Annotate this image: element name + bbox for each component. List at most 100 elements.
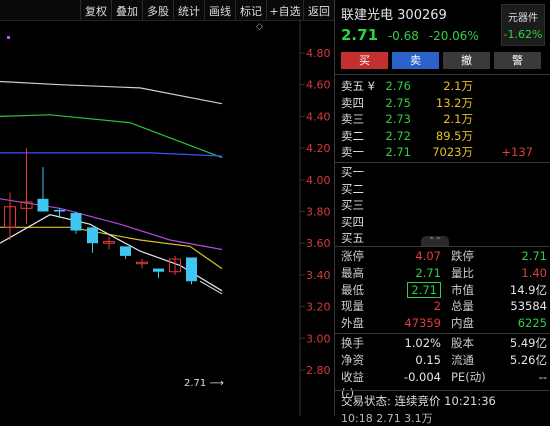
candle-body	[87, 227, 98, 244]
candle-body	[120, 246, 131, 256]
stat-key: 总量	[451, 299, 474, 314]
ma-line-ma120	[0, 114, 223, 159]
price-axis-label: 2.80	[306, 364, 331, 377]
ask-volume: 2.1万	[443, 79, 473, 93]
bid-row[interactable]: 买四	[341, 214, 541, 231]
alert-button[interactable]: 警	[494, 52, 541, 69]
candle-body	[186, 257, 197, 282]
candle-body	[37, 198, 49, 212]
price-axis-label: 4.00	[306, 174, 331, 187]
sector-name: 元器件	[508, 13, 538, 24]
toolbar-overlay-button[interactable]: 叠加	[111, 0, 142, 20]
stats-row: 净资 0.15 流通 5.26亿	[341, 352, 547, 369]
toolbar-multistock-button[interactable]: 多股	[142, 0, 173, 20]
cancel-order-button[interactable]: 撤	[443, 52, 490, 69]
toolbar-mark-button[interactable]: 标记	[235, 0, 266, 20]
ask-row[interactable]: 卖五 ¥ 2.76 2.1万	[341, 78, 541, 95]
stat-value: 1.40	[521, 265, 547, 280]
stat-value: 6225	[517, 316, 547, 331]
chart-toolbar: 复权 叠加 多股 统计 画线 标记 +自选 返回	[0, 0, 334, 21]
ask-price: 2.72	[385, 128, 411, 143]
ask-delta: +137	[501, 145, 533, 159]
stat-key: 收益(-)	[341, 369, 364, 401]
toolbar-adjust-button[interactable]: 复权	[80, 0, 111, 20]
stat-key: 市值	[451, 282, 474, 297]
sell-button[interactable]: 卖	[392, 52, 439, 69]
bid-book: 买一 买二 买三 买四 买五	[341, 164, 541, 247]
stats-row: 收益(-) -0.004 PE(动) --	[341, 369, 547, 401]
ask-row[interactable]: 卖一 2.71 7023万 +137	[341, 144, 541, 161]
price-axis-label: 4.40	[306, 110, 331, 123]
buy-button[interactable]: 买	[341, 52, 388, 69]
ask-label: 卖三	[341, 112, 364, 126]
ask-volume: 13.2万	[435, 95, 473, 110]
stat-key: 流通	[451, 352, 474, 367]
stats-row: 现量 2 总量 53584	[341, 298, 547, 315]
tick-row-partial: 10:18 2.71 3.1万	[341, 412, 433, 425]
bid-label: 买一	[341, 165, 364, 179]
ask-delta	[473, 111, 533, 128]
stat-key: 现量	[341, 299, 364, 314]
stat-value: 0.15	[415, 352, 441, 367]
divider	[335, 74, 550, 75]
stat-key: 涨停	[341, 249, 364, 263]
stat-key: 跌停	[451, 249, 474, 263]
price-axis-label: 3.80	[306, 206, 331, 219]
candlestick-chart[interactable]: 4.80 4.60 4.40 4.20 4.00 3.80 3.60 3.40 3.20 3.00…	[0, 20, 334, 416]
ask-volume: 89.5万	[435, 128, 473, 143]
toolbar-back-button[interactable]: 返回	[303, 0, 334, 20]
ask-price: 2.75	[385, 95, 411, 110]
sector-tile[interactable]: 元器件 -1.62%	[501, 4, 545, 46]
stock-name: 联建光电	[341, 8, 394, 23]
ask-label: 卖四	[341, 95, 364, 110]
divider	[335, 390, 550, 391]
divider	[335, 162, 550, 163]
stat-value: 14.9亿	[509, 282, 547, 297]
ask-row[interactable]: 卖四 2.75 13.2万	[341, 95, 541, 112]
price-axis-label: 4.20	[306, 142, 331, 155]
toolbar-add-watchlist-button[interactable]: +自选	[266, 0, 303, 20]
ask-label: 卖一	[341, 145, 364, 159]
ma-line-ma250	[0, 80, 223, 105]
divider	[335, 246, 550, 247]
stock-code: 300269	[397, 8, 447, 23]
bid-label: 买四	[341, 214, 364, 229]
stat-key: 量比	[451, 265, 474, 280]
stat-value: -0.004	[403, 369, 441, 384]
bid-row[interactable]: 买三	[341, 197, 541, 214]
bid-label: 买三	[341, 198, 364, 212]
price-change: -0.68	[387, 29, 419, 43]
ma5-tail	[199, 280, 223, 295]
ask-row[interactable]: 卖二 2.72 89.5万	[341, 128, 541, 145]
trading-status: 交易状态: 连续竞价 10:21:36	[341, 394, 496, 408]
candle-body	[153, 268, 164, 272]
ask-row[interactable]: 卖三 2.73 2.1万	[341, 111, 541, 128]
stats-row: 涨停 4.07 跌停 2.71	[341, 248, 547, 265]
stat-key: 净资	[341, 352, 364, 367]
ask-volume: 7023万	[432, 145, 473, 159]
stats-grid: 涨停 4.07 跌停 2.71 最高 2.71 量比 1.40 最低 2.71 市值 14.9亿 …	[335, 248, 550, 401]
ask-price: 2.73	[385, 112, 411, 126]
stats-row: 换手 1.02% 股本 5.49亿	[341, 335, 547, 352]
toolbar-stats-button[interactable]: 统计	[173, 0, 204, 20]
ma-line-ma60	[0, 152, 223, 157]
stat-value: 1.02%	[404, 335, 441, 350]
stat-key: 最高	[341, 265, 364, 280]
ask-price: 2.71	[385, 145, 411, 159]
ask-volume: 2.1万	[443, 112, 473, 126]
collapse-up-icon[interactable]: ⌃⌃	[421, 236, 449, 246]
stats-row: 外盘 47359 内盘 6225	[341, 315, 547, 332]
stat-key: 换手	[341, 335, 364, 350]
stat-value: 47359	[404, 316, 441, 331]
toolbar-draw-button[interactable]: 画线	[204, 0, 235, 20]
price-axis-label: 3.00	[306, 332, 331, 345]
stat-value: 2.71	[407, 281, 441, 298]
stat-value: 5.49亿	[509, 335, 547, 350]
current-price-marker: 2.71 ⟶	[184, 378, 224, 389]
ask-label: 卖五 ¥	[341, 79, 375, 93]
stat-value: --	[538, 369, 547, 384]
stat-value: 5.26亿	[509, 352, 547, 367]
bid-row[interactable]: 买一	[341, 164, 541, 181]
stat-key: 外盘	[341, 316, 364, 331]
bid-row[interactable]: 买二	[341, 181, 541, 198]
